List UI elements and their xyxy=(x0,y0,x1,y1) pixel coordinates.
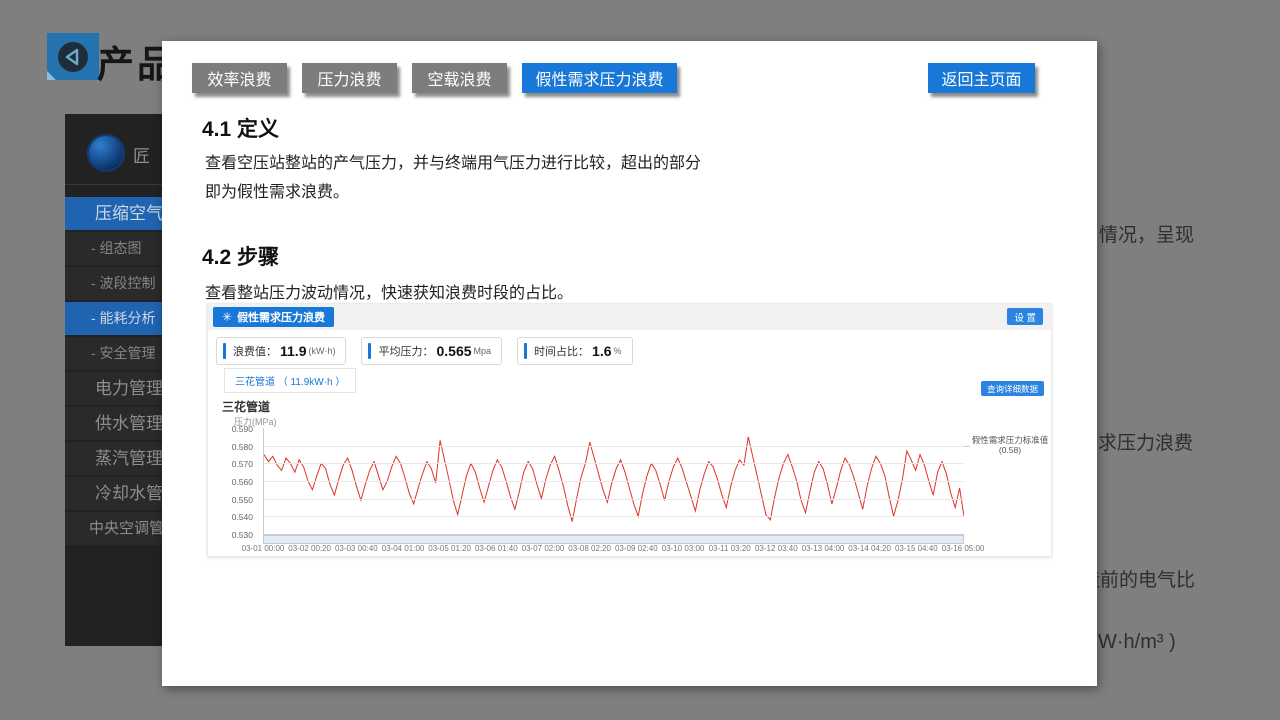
sidebar-item-cooling-water[interactable]: 冷却水管理 xyxy=(65,477,173,510)
y-tick-label: 0.540 xyxy=(232,512,253,522)
stat-unit: Mpa xyxy=(474,346,492,356)
stats-row: 浪费值： 11.9 (kW·h) 平均压力： 0.565 Mpa 时间占比： 1… xyxy=(216,337,633,365)
module-badge: ✳ 假性需求压力浪费 xyxy=(213,307,334,327)
pipe-tab-sanhua[interactable]: 三花管道 （ 11.9kW·h ） xyxy=(224,368,356,393)
x-tick-label: 03-10 03:00 xyxy=(662,544,705,553)
x-tick-label: 03-06 01:40 xyxy=(475,544,518,553)
x-tick-label: 03-14 04:20 xyxy=(848,544,891,553)
stat-accent-bar xyxy=(368,343,371,359)
stat-value: 1.6 xyxy=(592,343,611,359)
company-logo-icon xyxy=(87,134,125,172)
x-tick-label: 03-04 01:00 xyxy=(382,544,425,553)
y-tick-label: 0.580 xyxy=(232,442,253,452)
sidebar-item-compressed-air[interactable]: 压缩空气 xyxy=(65,197,173,230)
return-home-button[interactable]: 返回主页面 xyxy=(928,63,1035,93)
y-tick-label: 0.530 xyxy=(232,530,253,540)
datazoom-slider[interactable] xyxy=(263,535,964,544)
y-tick-label: 0.560 xyxy=(232,477,253,487)
sidebar-item-hvac[interactable]: 中央空调管理 xyxy=(65,512,173,545)
reference-label-text: 假性需求压力标准值 xyxy=(969,435,1051,445)
stat-label: 浪费值： xyxy=(233,343,277,359)
stat-time-ratio: 时间占比： 1.6 % xyxy=(517,337,632,365)
body-line: 即为假性需求浪费。 xyxy=(205,178,701,207)
x-tick-label: 03-03 00:40 xyxy=(335,544,378,553)
chart-gridline xyxy=(264,446,964,447)
reference-label-value: (0.58) xyxy=(969,445,1051,455)
sidebar-item-power-management[interactable]: 电力管理 xyxy=(65,372,173,405)
stat-unit: (kW·h) xyxy=(308,346,335,356)
y-tick-label: 0.550 xyxy=(232,495,253,505)
x-tick-label: 03-07 02:00 xyxy=(522,544,565,553)
chart-gridline xyxy=(264,516,964,517)
query-detail-button[interactable]: 查询详细数据 xyxy=(981,381,1044,396)
chart-plot xyxy=(263,428,964,535)
y-axis-labels: 0.5900.5800.5700.5600.5500.5400.530 xyxy=(208,428,256,534)
sidebar-item-safety-management[interactable]: - 安全管理 xyxy=(65,337,173,370)
embedded-screenshot: ✳ 假性需求压力浪费 设 置 浪费值： 11.9 (kW·h) 平均压力： 0.… xyxy=(207,303,1052,557)
x-tick-label: 03-01 00:00 xyxy=(242,544,285,553)
sidebar: 匠 压缩空气 - 组态图 - 波段控制 - 能耗分析 - 安全管理 电力管理 供… xyxy=(65,114,173,646)
sidebar-item-band-control[interactable]: - 波段控制 xyxy=(65,267,173,300)
x-tick-label: 03-05 01:20 xyxy=(428,544,471,553)
tab-idle-waste[interactable]: 空载浪费 xyxy=(412,63,507,93)
x-tick-label: 03-11 03:20 xyxy=(709,544,751,553)
series-polyline xyxy=(264,437,964,522)
tab-efficiency-waste[interactable]: 效率浪费 xyxy=(192,63,287,93)
background-text-fragment: 情况，呈现 xyxy=(1099,220,1194,247)
back-arrow-icon[interactable] xyxy=(47,33,99,80)
stat-average-pressure: 平均压力： 0.565 Mpa xyxy=(361,337,502,365)
settings-button[interactable]: 设 置 xyxy=(1007,308,1043,325)
sidebar-menu: 压缩空气 - 组态图 - 波段控制 - 能耗分析 - 安全管理 电力管理 供水管… xyxy=(65,197,173,545)
sidebar-item-energy-analysis[interactable]: - 能耗分析 xyxy=(65,302,173,335)
module-title: 假性需求压力浪费 xyxy=(237,309,325,325)
stat-value: 0.565 xyxy=(436,343,471,359)
x-tick-label: 03-12 03:40 xyxy=(755,544,798,553)
y-tick-label: 0.570 xyxy=(232,459,253,469)
tab-false-demand-pressure-waste[interactable]: 假性需求压力浪费 xyxy=(522,63,677,93)
screen: 产品 匠 压缩空气 - 组态图 - 波段控制 - 能耗分析 - 安全管理 电力管… xyxy=(0,0,1280,720)
sidebar-logo-row: 匠 xyxy=(65,130,173,185)
tab-pressure-waste[interactable]: 压力浪费 xyxy=(302,63,397,93)
x-axis-labels: 03-01 00:0003-02 00:2003-03 00:4003-04 0… xyxy=(263,544,963,554)
x-tick-label: 03-15 04:40 xyxy=(895,544,938,553)
stat-unit: % xyxy=(614,346,622,356)
x-tick-label: 03-13 04:00 xyxy=(802,544,845,553)
x-tick-label: 03-08 02:20 xyxy=(568,544,611,553)
stat-accent-bar xyxy=(524,343,527,359)
stat-waste-value: 浪费值： 11.9 (kW·h) xyxy=(216,337,346,365)
x-tick-label: 03-16 05:00 xyxy=(942,544,985,553)
gear-icon: ✳ xyxy=(222,310,232,324)
background-text-fragment: 造前的电气比 xyxy=(1081,565,1195,592)
chart-gridline xyxy=(264,499,964,500)
stat-label: 平均压力： xyxy=(378,343,433,359)
sidebar-item-water-supply[interactable]: 供水管理 xyxy=(65,407,173,440)
stat-accent-bar xyxy=(223,343,226,359)
section-body-definition: 查看空压站整站的产气压力，并与终端用气压力进行比较，超出的部分 即为假性需求浪费… xyxy=(205,149,701,207)
chart-title: 三花管道 xyxy=(222,398,270,415)
chart-gridline xyxy=(264,463,964,464)
reference-line-label: 假性需求压力标准值 (0.58) xyxy=(969,435,1051,455)
section-heading-steps: 4.2 步骤 xyxy=(202,241,279,271)
x-tick-label: 03-02 00:20 xyxy=(288,544,331,553)
x-tick-label: 03-09 02:40 xyxy=(615,544,658,553)
y-tick-label: 0.590 xyxy=(232,424,253,434)
detail-modal: 效率浪费 压力浪费 空载浪费 假性需求压力浪费 返回主页面 4.1 定义 查看空… xyxy=(162,41,1097,686)
body-line: 查看空压站整站的产气压力，并与终端用气压力进行比较，超出的部分 xyxy=(205,149,701,178)
waste-tab-row: 效率浪费 压力浪费 空载浪费 假性需求压力浪费 返回主页面 xyxy=(192,63,1069,93)
sidebar-item-steam-management[interactable]: 蒸汽管理 xyxy=(65,442,173,475)
back-arrow-glyph xyxy=(55,39,91,75)
section-heading-definition: 4.1 定义 xyxy=(202,113,279,143)
stat-value: 11.9 xyxy=(280,343,306,359)
logo-label: 匠 xyxy=(133,142,150,167)
chart-gridline xyxy=(264,481,964,482)
stat-label: 时间占比： xyxy=(534,343,589,359)
screenshot-header: ✳ 假性需求压力浪费 设 置 xyxy=(208,304,1051,330)
sidebar-item-scada-diagram[interactable]: - 组态图 xyxy=(65,232,173,265)
background-text-fragment: W·h/m³ ) xyxy=(1098,631,1176,654)
